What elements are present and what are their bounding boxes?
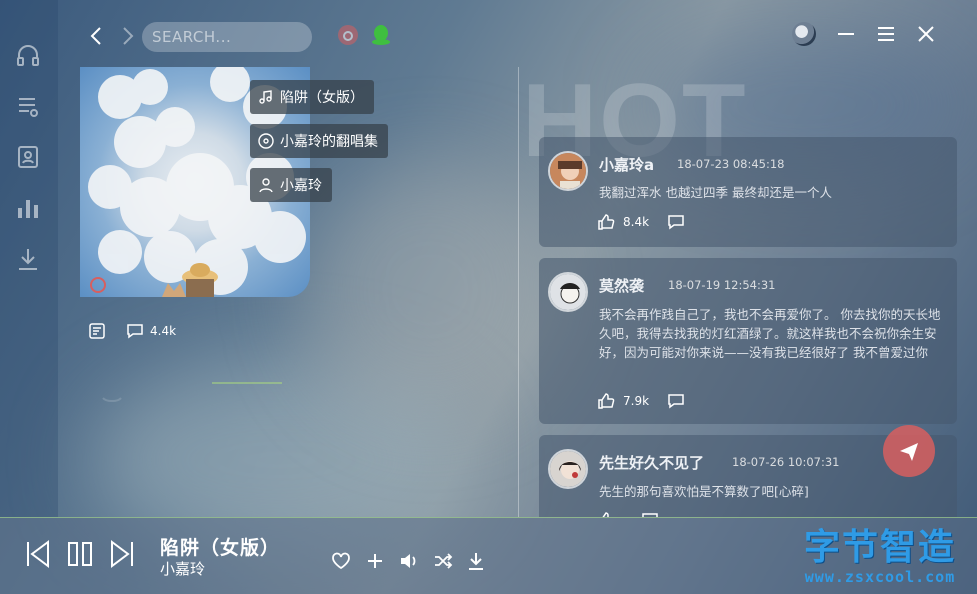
skip-back-icon bbox=[27, 540, 49, 568]
album-actions: 4.4k bbox=[88, 322, 176, 340]
pause-icon bbox=[68, 542, 92, 566]
user-avatar[interactable] bbox=[792, 22, 816, 46]
next-button[interactable] bbox=[108, 538, 136, 570]
heart-icon bbox=[332, 552, 350, 570]
comment-time: 18-07-19 12:54:31 bbox=[668, 278, 776, 292]
avatar[interactable] bbox=[548, 449, 588, 489]
comment-card: 莫然袭 18-07-19 12:54:31 我不会再作践自己了，我也不会再爱你了… bbox=[539, 258, 957, 424]
volume-button[interactable] bbox=[399, 551, 419, 571]
thumbs-up-icon[interactable] bbox=[597, 392, 615, 410]
comment-text: 我不会再作践自己了，我也不会再爱你了。 你去找你的天长地久吧，我得去找我的灯红酒… bbox=[599, 307, 941, 360]
album-comments-button[interactable]: 4.4k bbox=[126, 322, 176, 340]
volume-icon bbox=[401, 554, 416, 568]
person-icon bbox=[259, 178, 273, 193]
minimize-button[interactable] bbox=[834, 22, 858, 46]
now-playing-artist[interactable]: 小嘉玲 bbox=[160, 558, 205, 579]
menu-button[interactable] bbox=[874, 22, 898, 46]
lyrics-button[interactable] bbox=[88, 322, 106, 340]
like-button[interactable] bbox=[331, 551, 351, 571]
comment-card: 小嘉玲a 18-07-23 08:45:18 我翻过浑水 也越过四季 最终却还是… bbox=[539, 137, 957, 247]
skip-forward-icon bbox=[111, 540, 133, 568]
song-chip[interactable]: 陷阱（女版） bbox=[250, 80, 374, 114]
album-chip[interactable]: 小嘉玲的翻唱集 bbox=[250, 124, 388, 158]
comment-actions: 8.4k bbox=[597, 213, 685, 231]
comment-author[interactable]: 莫然袭 bbox=[599, 275, 644, 296]
watermark-url: www.zsxcool.com bbox=[804, 568, 956, 586]
like-count: 7.9k bbox=[623, 394, 650, 408]
back-button[interactable] bbox=[85, 24, 109, 48]
qq-login-icon[interactable] bbox=[370, 24, 392, 46]
now-playing-title: 陷阱（女版） bbox=[160, 537, 281, 559]
search-input[interactable] bbox=[142, 22, 312, 52]
watermark-logo: 字节智造 www.zsxcool.com bbox=[804, 527, 957, 587]
plus-icon bbox=[368, 554, 382, 568]
panel-divider bbox=[518, 67, 519, 517]
download-icon bbox=[469, 553, 483, 570]
paper-plane-icon bbox=[900, 443, 918, 461]
comment-text: 先生的那句喜欢怕是不算数了吧[心碎] bbox=[599, 484, 809, 499]
artist-chip[interactable]: 小嘉玲 bbox=[250, 168, 332, 202]
avatar[interactable] bbox=[548, 151, 588, 191]
progress-indicator bbox=[212, 382, 282, 384]
pause-button[interactable] bbox=[66, 538, 94, 570]
download-icon[interactable] bbox=[14, 245, 42, 273]
lyrics-icon bbox=[89, 323, 105, 339]
wave-icon bbox=[100, 386, 124, 410]
headphones-icon[interactable] bbox=[14, 41, 42, 69]
disc-icon bbox=[258, 133, 274, 149]
download-button[interactable] bbox=[466, 551, 486, 571]
like-count: 8.4k bbox=[623, 215, 650, 229]
song-chip-label: 陷阱（女版） bbox=[280, 90, 364, 106]
comment-author[interactable]: 小嘉玲a bbox=[599, 154, 654, 175]
thumbs-up-icon[interactable] bbox=[597, 213, 615, 231]
album-chip-label: 小嘉玲的翻唱集 bbox=[280, 134, 378, 150]
comment-actions: 7.9k bbox=[597, 392, 685, 410]
music-note-icon bbox=[259, 90, 272, 104]
watermark-title: 字节智造 bbox=[804, 527, 957, 568]
sidebar bbox=[0, 0, 58, 517]
netease-login-icon[interactable] bbox=[337, 24, 359, 46]
previous-button[interactable] bbox=[24, 538, 52, 570]
artist-chip-label: 小嘉玲 bbox=[280, 178, 322, 194]
reply-icon[interactable] bbox=[667, 213, 685, 231]
bar-chart-icon[interactable] bbox=[14, 194, 42, 222]
avatar[interactable] bbox=[548, 272, 588, 312]
comment-time: 18-07-23 08:45:18 bbox=[677, 157, 785, 171]
forward-button[interactable] bbox=[115, 24, 139, 48]
reply-icon[interactable] bbox=[667, 392, 685, 410]
profile-card-icon[interactable] bbox=[14, 143, 42, 171]
comment-text: 我翻过浑水 也越过四季 最终却还是一个人 bbox=[599, 185, 832, 200]
close-button[interactable] bbox=[914, 22, 938, 46]
send-comment-button[interactable] bbox=[883, 425, 935, 477]
album-comment-count: 4.4k bbox=[150, 324, 177, 338]
comment-icon bbox=[127, 324, 143, 339]
comment-author[interactable]: 先生好久不见了 bbox=[599, 452, 704, 473]
comment-time: 18-07-26 10:07:31 bbox=[732, 455, 840, 469]
shuffle-button[interactable] bbox=[433, 551, 453, 571]
add-to-playlist-button[interactable] bbox=[365, 551, 385, 571]
playlist-icon[interactable] bbox=[14, 92, 42, 120]
shuffle-icon bbox=[435, 553, 453, 569]
